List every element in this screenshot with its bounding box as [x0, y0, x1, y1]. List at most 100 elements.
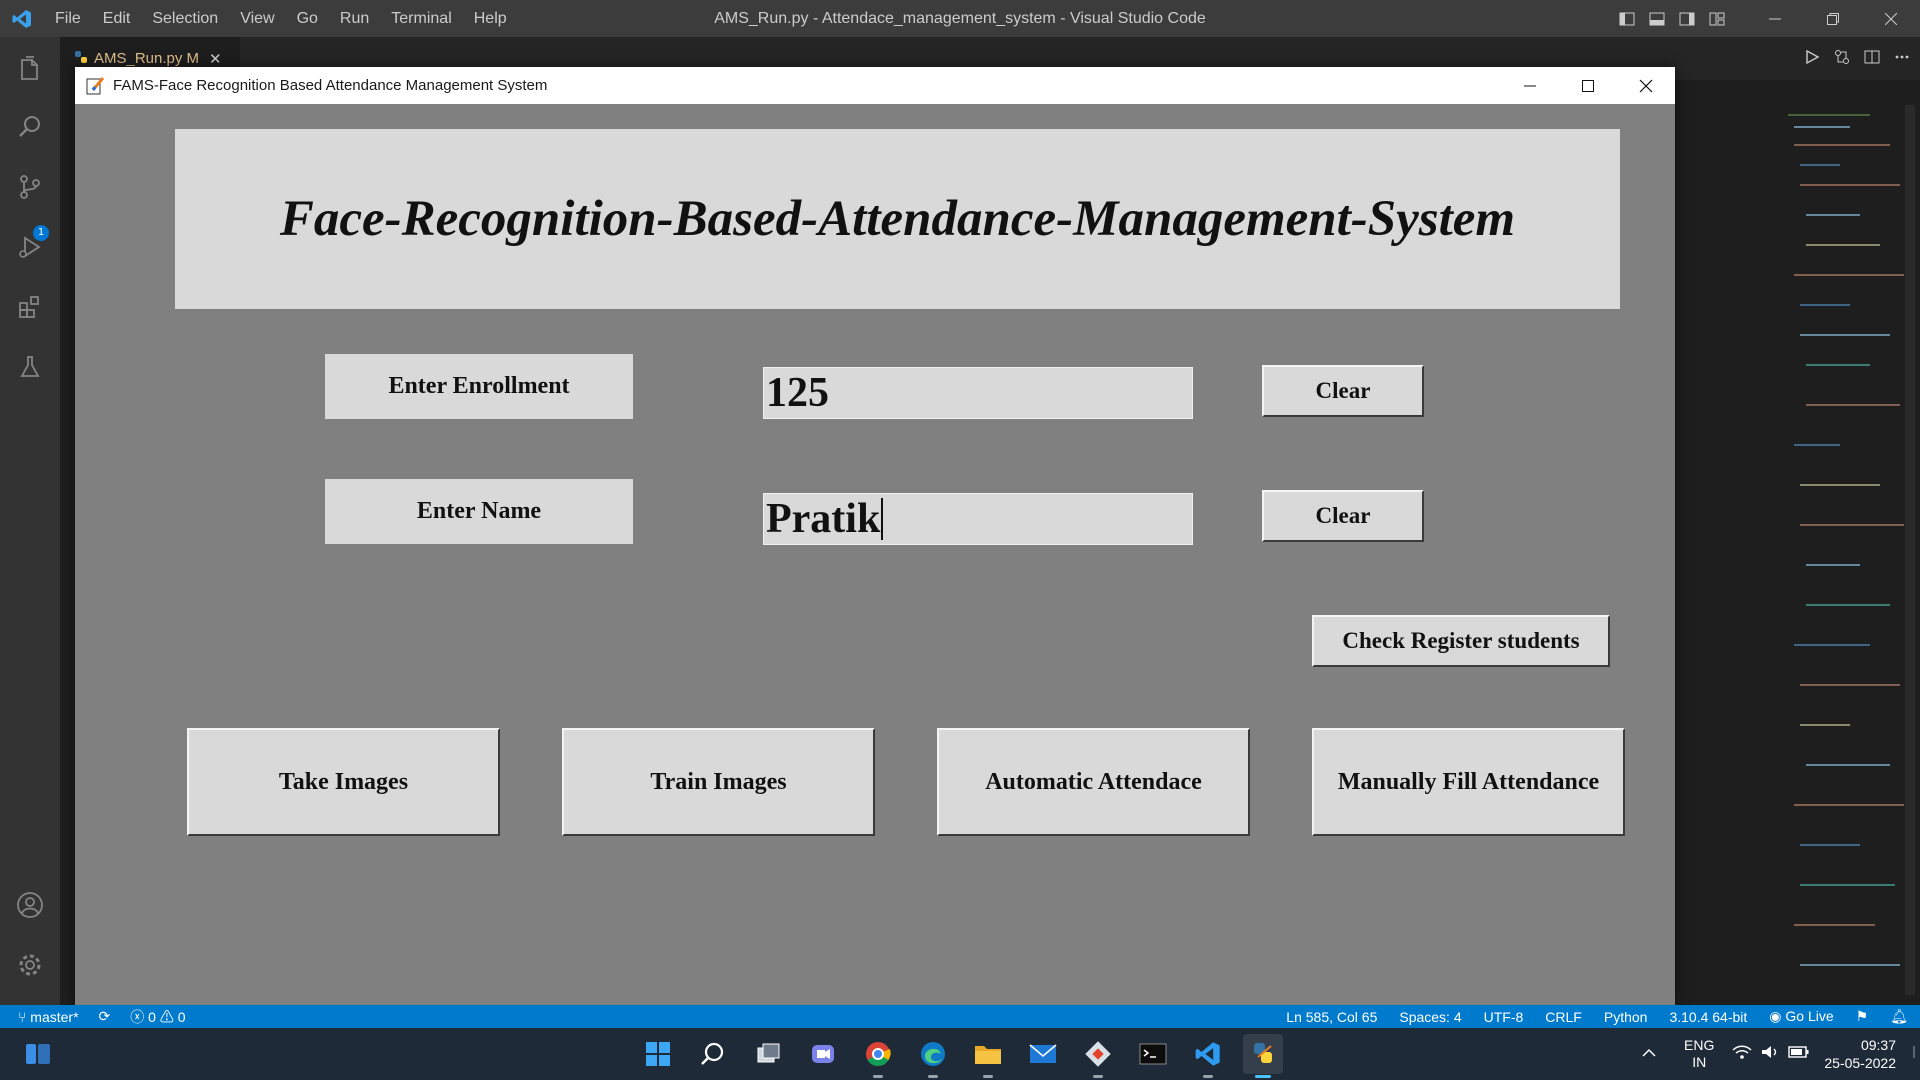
name-label: Enter Name [325, 479, 633, 544]
file-encoding[interactable]: UTF-8 [1484, 1009, 1524, 1025]
battery-icon[interactable] [1788, 1045, 1810, 1064]
chrome-icon[interactable] [858, 1034, 898, 1078]
indentation[interactable]: Spaces: 4 [1399, 1009, 1461, 1025]
git-tool-icon[interactable] [1078, 1034, 1118, 1078]
enrollment-input-value: 125 [766, 370, 829, 416]
git-branch-status[interactable]: ⑂ master* [18, 1009, 79, 1025]
problems-status[interactable]: ⓧ 0 ⚠ 0 [130, 1007, 185, 1027]
automatic-attendance-button[interactable]: Automatic Attendace [937, 728, 1250, 836]
app-minimize-icon[interactable] [1501, 67, 1559, 104]
vscode-titlebar: File Edit Selection View Go Run Terminal… [0, 0, 1920, 37]
tk-feather-icon [85, 76, 105, 96]
clear-name-button[interactable]: Clear [1262, 490, 1424, 542]
menu-edit[interactable]: Edit [92, 10, 142, 28]
testing-flask-icon[interactable] [10, 347, 50, 387]
vscode-running-indicator [1203, 1075, 1213, 1078]
chrome-running-indicator [873, 1075, 883, 1078]
name-input[interactable]: Pratik [763, 493, 1193, 545]
enrollment-input[interactable]: 125 [763, 367, 1193, 419]
menu-file[interactable]: File [44, 10, 92, 28]
broadcast-icon: ◉ [1769, 1008, 1782, 1024]
app-heading: Face-Recognition-Based-Attendance-Manage… [279, 191, 1516, 247]
taskbar-clock[interactable]: 09:37 25-05-2022 [1824, 1036, 1896, 1072]
restore-icon[interactable] [1804, 0, 1862, 37]
menu-terminal[interactable]: Terminal [380, 10, 462, 28]
minimize-icon[interactable] [1746, 0, 1804, 37]
clear-enrollment-button[interactable]: Clear [1262, 365, 1424, 417]
mail-icon[interactable] [1023, 1034, 1063, 1074]
edge-icon[interactable] [913, 1034, 953, 1078]
feedback-icon[interactable]: ⚑ [1856, 1008, 1869, 1025]
teams-chat-icon[interactable] [803, 1034, 843, 1074]
toggle-secondary-sidebar-icon[interactable] [1672, 0, 1702, 37]
editor-actions [1804, 37, 1910, 80]
cursor-position[interactable]: Ln 585, Col 65 [1286, 1009, 1377, 1025]
source-control-icon[interactable] [10, 167, 50, 207]
explorer-icon[interactable] [10, 49, 50, 89]
python-interpreter[interactable]: 3.10.4 64-bit [1669, 1009, 1747, 1025]
open-changes-icon[interactable] [1834, 49, 1850, 69]
end-of-line[interactable]: CRLF [1545, 1009, 1582, 1025]
check-register-students-button[interactable]: Check Register students [1312, 615, 1610, 667]
menu-view[interactable]: View [229, 10, 285, 28]
git-tool-running-indicator [1093, 1075, 1103, 1078]
minimap[interactable] [1780, 105, 1910, 995]
terminal-icon[interactable] [1133, 1034, 1173, 1074]
explorer-running-indicator [983, 1075, 993, 1078]
menu-run[interactable]: Run [329, 10, 380, 28]
file-explorer-icon[interactable] [968, 1034, 1008, 1078]
run-python-file-icon[interactable] [1804, 49, 1820, 69]
git-branch-icon: ⑂ [18, 1008, 27, 1025]
text-caret [881, 498, 884, 540]
manually-fill-attendance-button[interactable]: Manually Fill Attendance [1312, 728, 1625, 836]
app-maximize-icon[interactable] [1559, 67, 1617, 104]
vscode-taskbar-icon[interactable] [1188, 1034, 1228, 1078]
name-input-value: Pratik [766, 496, 881, 542]
region-code: IN [1692, 1054, 1707, 1070]
split-editor-icon[interactable] [1864, 49, 1880, 69]
show-hidden-icons-chevron-icon[interactable] [1642, 1045, 1656, 1063]
app-close-icon[interactable] [1617, 67, 1675, 104]
close-icon[interactable] [1862, 0, 1920, 37]
windows-taskbar: ENG IN 09:37 25-05-2022 [0, 1028, 1920, 1080]
wifi-icon[interactable] [1732, 1044, 1752, 1065]
git-branch-label: master* [30, 1008, 79, 1025]
accounts-icon[interactable] [10, 885, 50, 925]
python-app-icon[interactable] [1243, 1034, 1283, 1078]
search-icon[interactable] [10, 107, 50, 147]
customize-layout-icon[interactable] [1702, 0, 1732, 37]
editor-tab-label: AMS_Run.py M [94, 50, 200, 67]
go-live-label: Go Live [1785, 1008, 1834, 1024]
editor-scrollbar[interactable] [1905, 105, 1915, 995]
toggle-panel-icon[interactable] [1642, 0, 1672, 37]
tab-close-icon[interactable]: ✕ [209, 50, 222, 68]
windows-start-icon[interactable] [638, 1034, 678, 1074]
activity-bar: 1 [0, 37, 60, 1005]
vscode-statusbar: ⑂ master* ⟳ ⓧ 0 ⚠ 0 Ln 585, Col 65 Space… [0, 1005, 1920, 1028]
taskbar-search-icon[interactable] [693, 1034, 733, 1074]
sync-icon[interactable]: ⟳ [99, 1008, 111, 1025]
run-debug-icon[interactable] [10, 227, 50, 267]
menu-help[interactable]: Help [463, 10, 518, 28]
widgets-icon[interactable] [18, 1034, 58, 1074]
enrollment-label: Enter Enrollment [325, 354, 633, 419]
notification-center-icon[interactable] [1906, 1044, 1916, 1065]
clock-time: 09:37 [1860, 1037, 1896, 1053]
extensions-icon[interactable] [10, 287, 50, 327]
language-mode[interactable]: Python [1604, 1009, 1648, 1025]
volume-icon[interactable] [1760, 1044, 1780, 1065]
menu-selection[interactable]: Selection [141, 10, 229, 28]
task-view-icon[interactable] [748, 1034, 788, 1074]
menu-go[interactable]: Go [286, 10, 329, 28]
train-images-button[interactable]: Train Images [562, 728, 875, 836]
language-code: ENG [1684, 1037, 1715, 1053]
go-live-button[interactable]: ◉ Go Live [1769, 1008, 1833, 1025]
notifications-bell-icon[interactable]: 🔔︎ [1890, 1008, 1908, 1025]
edge-running-indicator [928, 1075, 938, 1078]
more-actions-icon[interactable] [1894, 49, 1910, 69]
toggle-primary-sidebar-icon[interactable] [1612, 0, 1642, 37]
settings-gear-icon[interactable] [10, 945, 50, 985]
input-language[interactable]: ENG IN [1684, 1037, 1714, 1071]
app-titlebar: FAMS-Face Recognition Based Attendance M… [75, 67, 1675, 104]
take-images-button[interactable]: Take Images [187, 728, 500, 836]
